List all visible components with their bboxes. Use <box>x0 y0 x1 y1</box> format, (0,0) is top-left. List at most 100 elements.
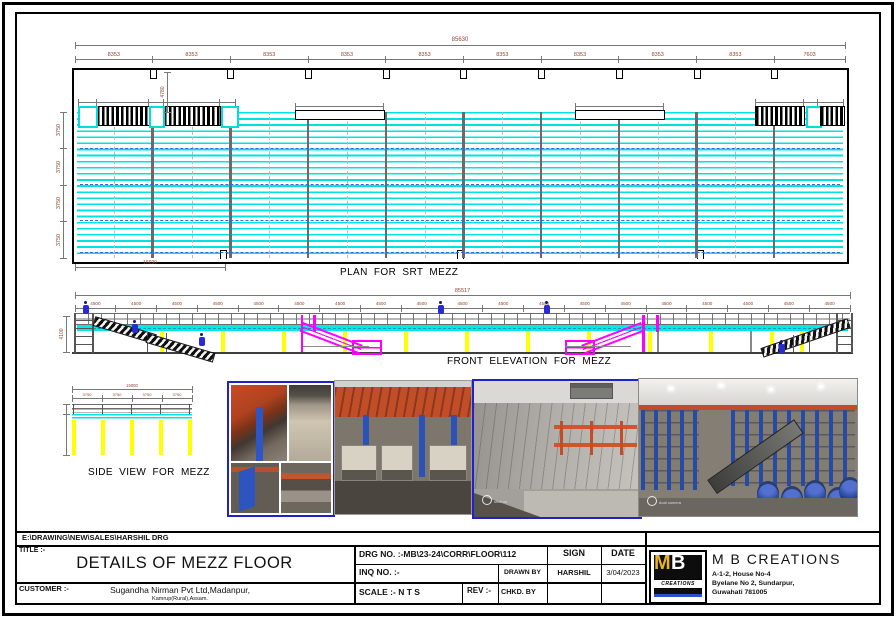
plan-beam-line <box>462 112 464 258</box>
side-view-title: SIDE VIEW FOR MEZZ <box>88 467 210 478</box>
person-figure-part <box>133 320 136 323</box>
elevation-column-gray <box>657 331 659 352</box>
dim-label: 8353 <box>185 52 197 58</box>
dim-label: 4500 <box>90 301 100 306</box>
sign-header: SIGN <box>547 548 601 558</box>
dim-label: 3750 <box>113 392 122 397</box>
plan-column-mark <box>694 70 701 79</box>
elevation-column-yellow <box>526 331 530 352</box>
side-column-tick <box>189 404 190 414</box>
plan-grid-line <box>735 112 736 258</box>
logo-letter-m: M <box>654 552 671 575</box>
photo-under-mezz <box>334 380 472 515</box>
photo-tile-racking <box>281 463 331 513</box>
plan-landing <box>78 106 98 128</box>
dim-tick <box>238 305 239 312</box>
person-figure-part <box>84 301 87 304</box>
mezz-stair-post <box>642 315 645 352</box>
dim-label: 7603 <box>804 52 816 58</box>
dim-label: 4500 <box>824 301 834 306</box>
dim-label: 4500 <box>498 301 508 306</box>
plan-beam-line <box>773 112 775 258</box>
photo-mezz-collage <box>227 381 335 517</box>
dim-label: 4500 <box>417 301 427 306</box>
plan-walkway <box>295 110 385 120</box>
dim-line <box>75 308 850 309</box>
plan-dashed-row <box>80 220 840 221</box>
dim-tick <box>152 56 153 63</box>
plan-column-mark <box>383 70 390 79</box>
tower-rung <box>836 336 853 337</box>
footer-line <box>462 582 463 605</box>
plan-landing <box>149 106 165 128</box>
photo-lower-deck <box>524 491 640 517</box>
stair-landing-line <box>303 346 369 347</box>
camera-watermark-icon <box>482 495 492 505</box>
dim-tick <box>845 42 846 49</box>
plan-grid-line <box>425 112 426 258</box>
photo-rack <box>429 445 467 481</box>
photo-rack <box>381 445 413 481</box>
dim-label: 3750 <box>143 392 152 397</box>
photo-orange-railing <box>554 443 637 447</box>
dim-line <box>295 106 383 107</box>
dim-tick <box>75 264 76 271</box>
side-column-yellow <box>101 420 105 455</box>
dim-label: 16690 <box>143 260 157 266</box>
plan-beam-line <box>618 112 620 258</box>
date-header: DATE <box>601 548 645 558</box>
dim-tick <box>768 305 769 312</box>
tower-rung <box>74 320 94 321</box>
plan-beam-line <box>151 112 153 258</box>
dim-label: 8353 <box>341 52 353 58</box>
dim-label: 3750 <box>56 234 62 246</box>
plan-column-mark <box>616 70 623 79</box>
company-addr2: Byelane No 2, Sundarpur, <box>712 580 794 587</box>
dim-label: 4500 <box>784 301 794 306</box>
photo-window-band <box>570 383 613 399</box>
person-figure-part <box>83 305 89 314</box>
plan-grid-line <box>580 112 581 258</box>
photo-rack <box>341 445 377 481</box>
photo-blue-column <box>419 415 425 477</box>
dim-label: 85517 <box>455 288 470 294</box>
photo-white-ceiling <box>639 379 857 405</box>
dim-tick <box>60 221 67 222</box>
plan-beam-line <box>695 112 697 258</box>
tower-rung <box>74 328 94 329</box>
dim-label: 3750 <box>56 197 62 209</box>
dim-label: 4500 <box>580 301 590 306</box>
dim-tick <box>575 103 576 110</box>
logo-band-text: CREATIONS <box>654 579 702 589</box>
date-value: 3/04/2023 <box>601 568 645 577</box>
plan-dashed-row <box>80 184 840 185</box>
dim-tick <box>63 414 70 415</box>
scale-label: SCALE :- N T S <box>359 587 420 597</box>
person-figure <box>437 301 444 314</box>
dim-label: 8353 <box>108 52 120 58</box>
person-figure-part <box>439 301 442 304</box>
drg-no: DRG NO. :-MB\23-24\CORR\FLOOR\112 <box>359 549 516 559</box>
dim-line <box>75 267 225 268</box>
person-figure-part <box>780 340 783 343</box>
dim-line <box>75 59 845 60</box>
photo-ceiling-light <box>669 387 673 390</box>
drawn-by-label: DRAWN BY <box>498 569 547 576</box>
plan-view-title: PLAN FOR SRT MEZZ <box>340 267 458 278</box>
dim-tick <box>75 56 76 63</box>
photo-stair-shape <box>239 466 255 511</box>
photo-blue-mezz-structure: dual camera <box>638 378 858 517</box>
dim-label: 4500 <box>131 301 141 306</box>
dim-tick <box>148 99 149 106</box>
tower-rung <box>74 344 94 345</box>
person-figure-part <box>544 305 550 314</box>
plan-column-mark <box>227 70 234 79</box>
chkd-by-label: CHKD. BY <box>501 587 536 596</box>
mezz-stair-lower <box>565 340 595 355</box>
dim-line <box>66 404 67 455</box>
side-beam-band <box>72 404 192 413</box>
file-path: E:\DRAWING\NEW\SALES\HARSHIL DRG <box>22 533 169 542</box>
dim-tick <box>156 305 157 312</box>
dim-tick <box>401 305 402 312</box>
plan-grid-line <box>502 112 503 258</box>
